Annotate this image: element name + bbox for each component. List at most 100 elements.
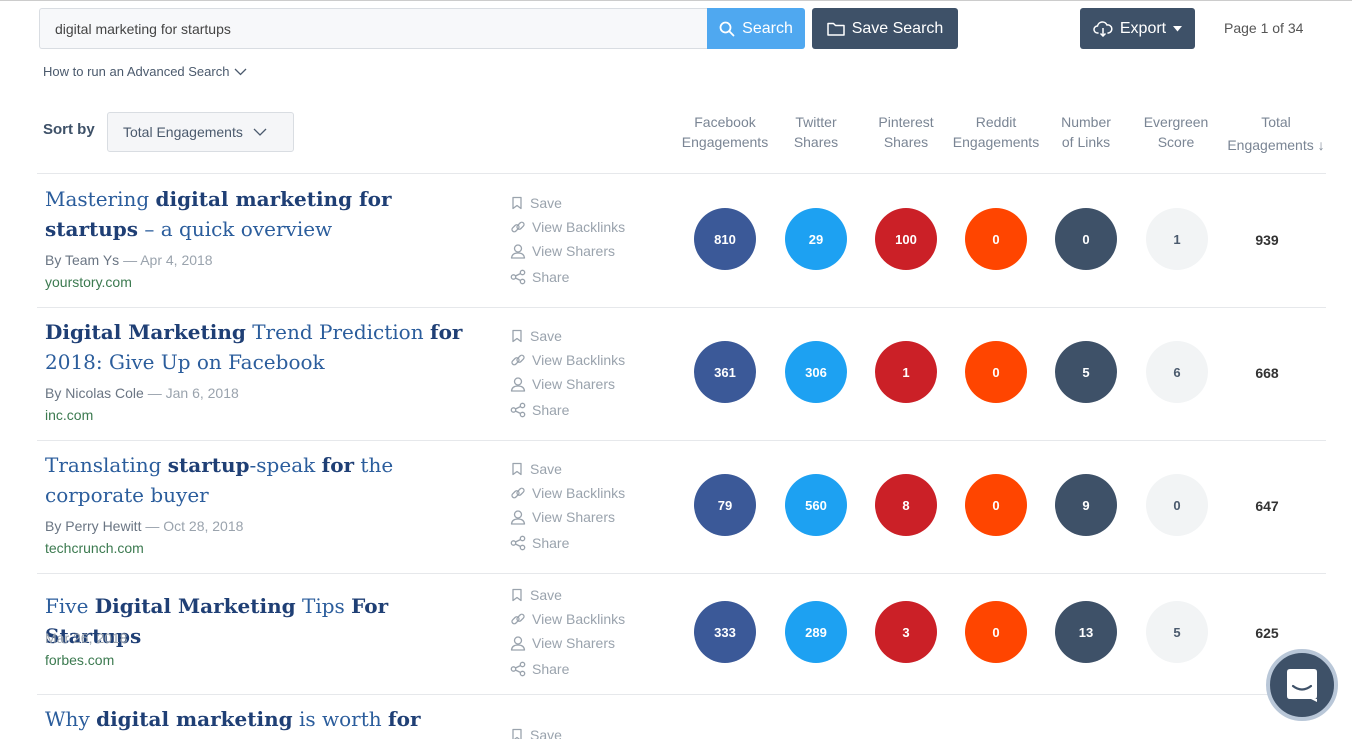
article-title-segment: for [429, 320, 463, 344]
share-icon [510, 535, 526, 551]
column-header-total[interactable]: Total Engagements ↓ [1221, 112, 1331, 155]
share-button[interactable]: Share [510, 398, 660, 422]
article-title[interactable]: Translating startup-speak for the corpor… [45, 450, 485, 510]
facebook-engagements: 361 [694, 341, 756, 403]
column-header-line: Twitter [795, 114, 837, 130]
sort-dropdown[interactable]: Total Engagements [107, 112, 294, 152]
page-indicator: Page 1 of 34 [1224, 20, 1304, 36]
chat-launcher-button[interactable] [1266, 649, 1338, 721]
view-sharers-button[interactable]: View Sharers [510, 505, 660, 529]
column-header-reddit[interactable]: Reddit Engagements [946, 112, 1046, 152]
view-sharers-button[interactable]: View Sharers [510, 239, 660, 263]
column-header-line: Evergreen [1143, 114, 1209, 130]
top-border [0, 0, 1352, 1]
article-title[interactable]: Why digital marketing is worth for [45, 704, 485, 734]
action-label: Share [532, 269, 570, 285]
column-header-line: Engagements [1227, 137, 1314, 153]
action-label: Save [530, 587, 562, 603]
article-domain[interactable]: forbes.com [45, 652, 114, 668]
article-title[interactable]: Mastering digital marketing for startups… [45, 184, 485, 244]
article-domain[interactable]: techcrunch.com [45, 540, 144, 556]
save-article-button[interactable]: Save [510, 324, 660, 348]
action-label: Save [530, 461, 562, 477]
total-engagements: 647 [1255, 498, 1279, 514]
article-title[interactable]: Digital Marketing Trend Prediction for 2… [45, 317, 485, 377]
bookmark-icon [510, 462, 524, 476]
column-header-line: Score [1157, 134, 1195, 150]
action-label: Save [530, 727, 562, 739]
action-label: View Sharers [532, 509, 616, 525]
action-label: View Sharers [532, 243, 616, 259]
column-header-facebook[interactable]: Facebook Engagements [675, 112, 775, 152]
evergreen-score: 0 [1146, 474, 1208, 536]
view-backlinks-button[interactable]: View Backlinks [510, 607, 660, 631]
row-actions: Save View Backlinks View Sharers Share [510, 324, 660, 422]
view-backlinks-button[interactable]: View Backlinks [510, 481, 660, 505]
pinterest-shares: 8 [875, 474, 937, 536]
twitter-shares: 560 [785, 474, 847, 536]
save-article-button[interactable]: Save [510, 583, 660, 607]
article-domain[interactable]: inc.com [45, 407, 93, 423]
share-button[interactable]: Share [510, 657, 660, 681]
action-label: View Backlinks [532, 611, 626, 627]
advanced-search-link[interactable]: How to run an Advanced Search [43, 64, 247, 79]
reddit-engagements: 0 [965, 474, 1027, 536]
sort-label: Sort by [43, 121, 95, 138]
number-of-links[interactable]: 13 [1055, 601, 1117, 663]
view-backlinks-button[interactable]: View Backlinks [510, 215, 660, 239]
column-header-evergreen[interactable]: Evergreen Score [1126, 112, 1226, 152]
reddit-engagements: 0 [965, 208, 1027, 270]
save-article-button[interactable]: Save [510, 191, 660, 215]
divider [37, 173, 1326, 174]
search-icon [719, 21, 735, 36]
article-title-segment: Translating [45, 453, 168, 477]
column-header-links[interactable]: Number of Links [1036, 112, 1136, 152]
action-label: View Sharers [532, 635, 616, 651]
column-header-twitter[interactable]: Twitter Shares [766, 112, 866, 152]
column-header-line: Total [1261, 114, 1291, 130]
twitter-shares: 29 [785, 208, 847, 270]
cloud-download-icon [1093, 20, 1113, 37]
article-title-segment: 2018: Give Up on Facebook [45, 350, 325, 374]
view-sharers-button[interactable]: View Sharers [510, 372, 660, 396]
bookmark-icon [510, 196, 524, 210]
save-article-button[interactable]: Save [510, 457, 660, 481]
reddit-engagements: 0 [965, 341, 1027, 403]
number-of-links[interactable]: 0 [1055, 208, 1117, 270]
article-author: By Perry Hewitt [45, 518, 142, 534]
share-icon [510, 402, 526, 418]
save-article-button[interactable]: Save [510, 723, 660, 739]
row-actions: Save [510, 723, 660, 739]
action-label: View Backlinks [532, 485, 626, 501]
article-title-segment: Why [45, 707, 97, 731]
search-input[interactable] [39, 8, 707, 49]
pinterest-shares: 1 [875, 341, 937, 403]
column-header-line: Pinterest [878, 114, 934, 130]
number-of-links[interactable]: 9 [1055, 474, 1117, 536]
share-icon [510, 661, 526, 677]
share-button[interactable]: Share [510, 265, 660, 289]
action-label: Share [532, 661, 570, 677]
article-date: Oct 28, 2018 [163, 518, 244, 534]
column-header-pinterest[interactable]: Pinterest Shares [856, 112, 956, 152]
article-date: Jan 6, 2018 [165, 385, 239, 401]
bookmark-icon [510, 588, 524, 602]
share-button[interactable]: Share [510, 531, 660, 555]
action-label: View Backlinks [532, 219, 626, 235]
article-title-segment: startup [167, 453, 250, 477]
view-backlinks-button[interactable]: View Backlinks [510, 348, 660, 372]
column-header-line: Engagements [952, 134, 1040, 150]
bookmark-icon [510, 728, 524, 739]
user-icon [510, 376, 526, 392]
evergreen-score: 1 [1146, 208, 1208, 270]
action-label: Save [530, 328, 562, 344]
view-sharers-button[interactable]: View Sharers [510, 631, 660, 655]
export-button[interactable]: Export [1080, 8, 1195, 49]
article-domain[interactable]: yourstory.com [45, 274, 132, 290]
article-title-segment: Tips [295, 594, 352, 618]
search-button[interactable]: Search [707, 8, 805, 49]
save-search-button[interactable]: Save Search [812, 8, 958, 49]
article-title-segment: – a quick overview [138, 217, 333, 241]
article-title-segment: -speak [249, 453, 322, 477]
number-of-links[interactable]: 5 [1055, 341, 1117, 403]
